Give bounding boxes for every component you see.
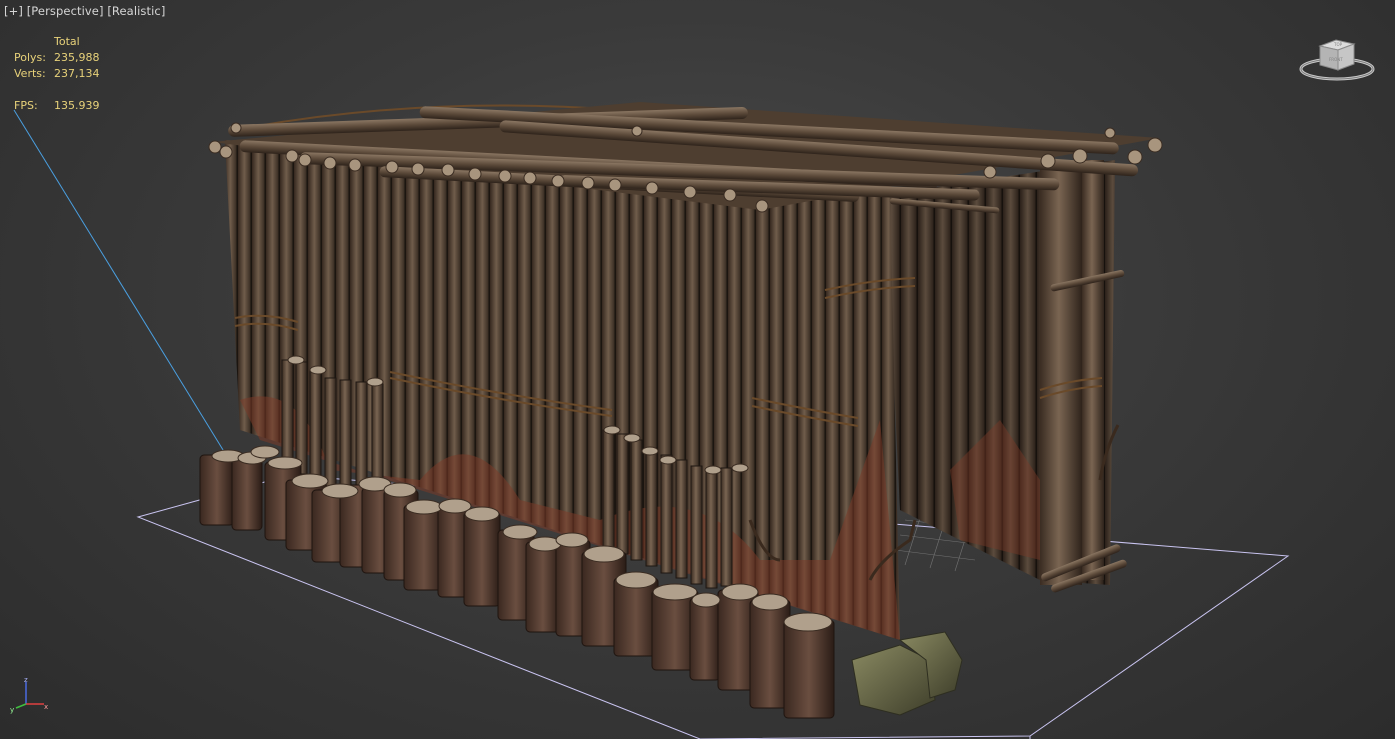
light-guide-line xyxy=(13,109,229,459)
fps-value: 135.939 xyxy=(54,99,100,112)
viewport-shading-label[interactable]: [Realistic] xyxy=(107,4,165,18)
viewcube-top-text: TOP xyxy=(1333,42,1343,47)
stone-blocks xyxy=(851,631,963,716)
viewport-label: [+] [Perspective] [Realistic] xyxy=(4,4,165,18)
axis-z-label: z xyxy=(24,676,28,684)
viewcube-front-text: FRONT xyxy=(1329,57,1343,62)
axis-x-label: x xyxy=(44,703,48,711)
viewport-view-label[interactable]: [Perspective] xyxy=(27,4,104,18)
stats-header: Total xyxy=(54,35,80,48)
verts-label: Verts: xyxy=(14,67,46,80)
polys-label: Polys: xyxy=(14,51,46,64)
verts-value: 237,134 xyxy=(54,67,100,80)
perspective-viewport[interactable]: [+] [Perspective] [Realistic] Total Poly… xyxy=(0,0,1395,739)
fps-label: FPS: xyxy=(14,99,38,112)
axis-y-label: y xyxy=(10,706,14,714)
viewport-menu-plus[interactable]: [+] xyxy=(4,4,23,18)
statistics-overlay: Total Polys: 235,988 Verts: 237,134 FPS: 13… xyxy=(14,34,134,114)
polys-value: 235,988 xyxy=(54,51,100,64)
axis-tripod-icon: z x y xyxy=(8,676,52,716)
scene-render xyxy=(13,102,1290,739)
viewcube-icon[interactable]: FRONT TOP xyxy=(1298,34,1376,86)
